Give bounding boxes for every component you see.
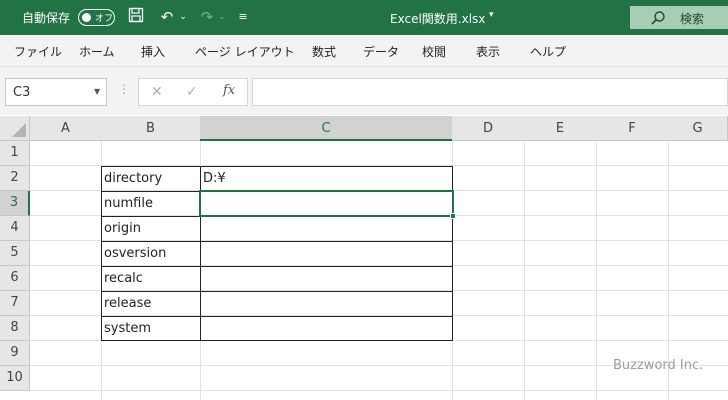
row-header-6[interactable]: 6 — [0, 266, 30, 291]
watermark: Buzzword Inc. — [613, 358, 704, 373]
table-row-border — [101, 316, 453, 317]
autosave-toggle[interactable]: オフ — [78, 9, 115, 26]
tab-insert[interactable]: 挿入 — [141, 43, 165, 60]
tab-formulas[interactable]: 数式 — [312, 43, 336, 60]
name-box[interactable]: C3 ▼ — [5, 78, 107, 106]
search-box[interactable]: 検索 — [630, 6, 728, 29]
gridline — [524, 141, 525, 400]
cancel-icon[interactable]: ✕ — [151, 84, 163, 100]
row-header-10[interactable]: 10 — [0, 366, 30, 391]
search-icon — [651, 11, 665, 25]
cell-b2[interactable]: directory — [104, 171, 162, 186]
formula-input[interactable] — [252, 78, 728, 106]
column-header-b[interactable]: B — [101, 116, 201, 141]
column-header-a[interactable]: A — [30, 116, 102, 141]
tab-view[interactable]: 表示 — [476, 43, 500, 60]
gridline — [596, 141, 597, 400]
cell-b7[interactable]: release — [104, 296, 151, 311]
row-header-9[interactable]: 9 — [0, 341, 30, 366]
formula-buttons: ✕ ✓ fx — [138, 78, 248, 106]
tab-home[interactable]: ホーム — [79, 43, 115, 60]
title-dropdown-icon[interactable]: ▾ — [489, 10, 494, 20]
redo-dropdown-icon[interactable]: ⌄ — [217, 7, 227, 27]
autosave-label: 自動保存 — [22, 11, 71, 25]
cell-b4[interactable]: origin — [104, 221, 141, 236]
cell-b8[interactable]: system — [104, 321, 151, 336]
column-header-g[interactable]: G — [668, 116, 728, 141]
title-bar: 自動保存 オフ ↶ ⌄ ↷ ⌄ ≡ Excel関数用.xlsx ▾ 検索 — [0, 0, 728, 35]
active-cell-c3[interactable] — [199, 190, 454, 217]
select-all-button[interactable] — [0, 116, 30, 141]
customize-qat-icon[interactable]: ≡ — [236, 7, 250, 27]
cell-c2[interactable]: D:¥ — [203, 171, 226, 186]
document-title[interactable]: Excel関数用.xlsx — [390, 10, 485, 27]
row-header-7[interactable]: 7 — [0, 291, 30, 316]
table-row-border — [101, 266, 453, 267]
gridline — [30, 390, 728, 391]
row-header-2[interactable]: 2 — [0, 166, 30, 191]
column-header-d[interactable]: D — [452, 116, 525, 141]
tab-review[interactable]: 校閲 — [422, 43, 446, 60]
row-header-8[interactable]: 8 — [0, 316, 30, 341]
formula-bar-grip-icon[interactable]: ⋮ — [118, 82, 130, 96]
undo-dropdown-icon[interactable]: ⌄ — [178, 7, 188, 27]
cell-b5[interactable]: osversion — [104, 246, 166, 261]
column-header-f[interactable]: F — [596, 116, 669, 141]
table-row-border — [101, 241, 453, 242]
cell-b6[interactable]: recalc — [104, 271, 143, 286]
row-header-4[interactable]: 4 — [0, 216, 30, 241]
name-box-dropdown-icon[interactable]: ▼ — [94, 87, 100, 96]
cell-b3[interactable]: numfile — [104, 196, 153, 211]
insert-function-icon[interactable]: fx — [223, 83, 235, 98]
name-box-value: C3 — [13, 85, 31, 100]
redo-icon[interactable]: ↷ — [196, 7, 218, 27]
enter-icon[interactable]: ✓ — [186, 84, 198, 100]
tab-page-layout[interactable]: ページ レイアウト — [195, 43, 295, 60]
tab-file[interactable]: ファイル — [14, 43, 62, 60]
autosave-state: オフ — [95, 14, 114, 24]
row-header-5[interactable]: 5 — [0, 241, 30, 266]
column-header-e[interactable]: E — [524, 116, 597, 141]
ribbon-tabs: ファイル ホーム 挿入 ページ レイアウト 数式 データ 校閲 表示 ヘルプ — [0, 35, 728, 67]
table-row-border — [101, 291, 453, 292]
search-label: 検索 — [680, 12, 705, 26]
row-header-3[interactable]: 3 — [0, 191, 30, 216]
select-all-icon — [12, 123, 26, 137]
row-header-1[interactable]: 1 — [0, 141, 30, 166]
fill-handle[interactable] — [450, 213, 456, 219]
tab-help[interactable]: ヘルプ — [530, 43, 566, 60]
undo-icon[interactable]: ↶ — [156, 7, 178, 27]
column-header-c[interactable]: C — [200, 116, 453, 141]
save-icon[interactable] — [127, 7, 145, 27]
tab-data[interactable]: データ — [363, 43, 399, 60]
toggle-knob — [82, 12, 91, 22]
